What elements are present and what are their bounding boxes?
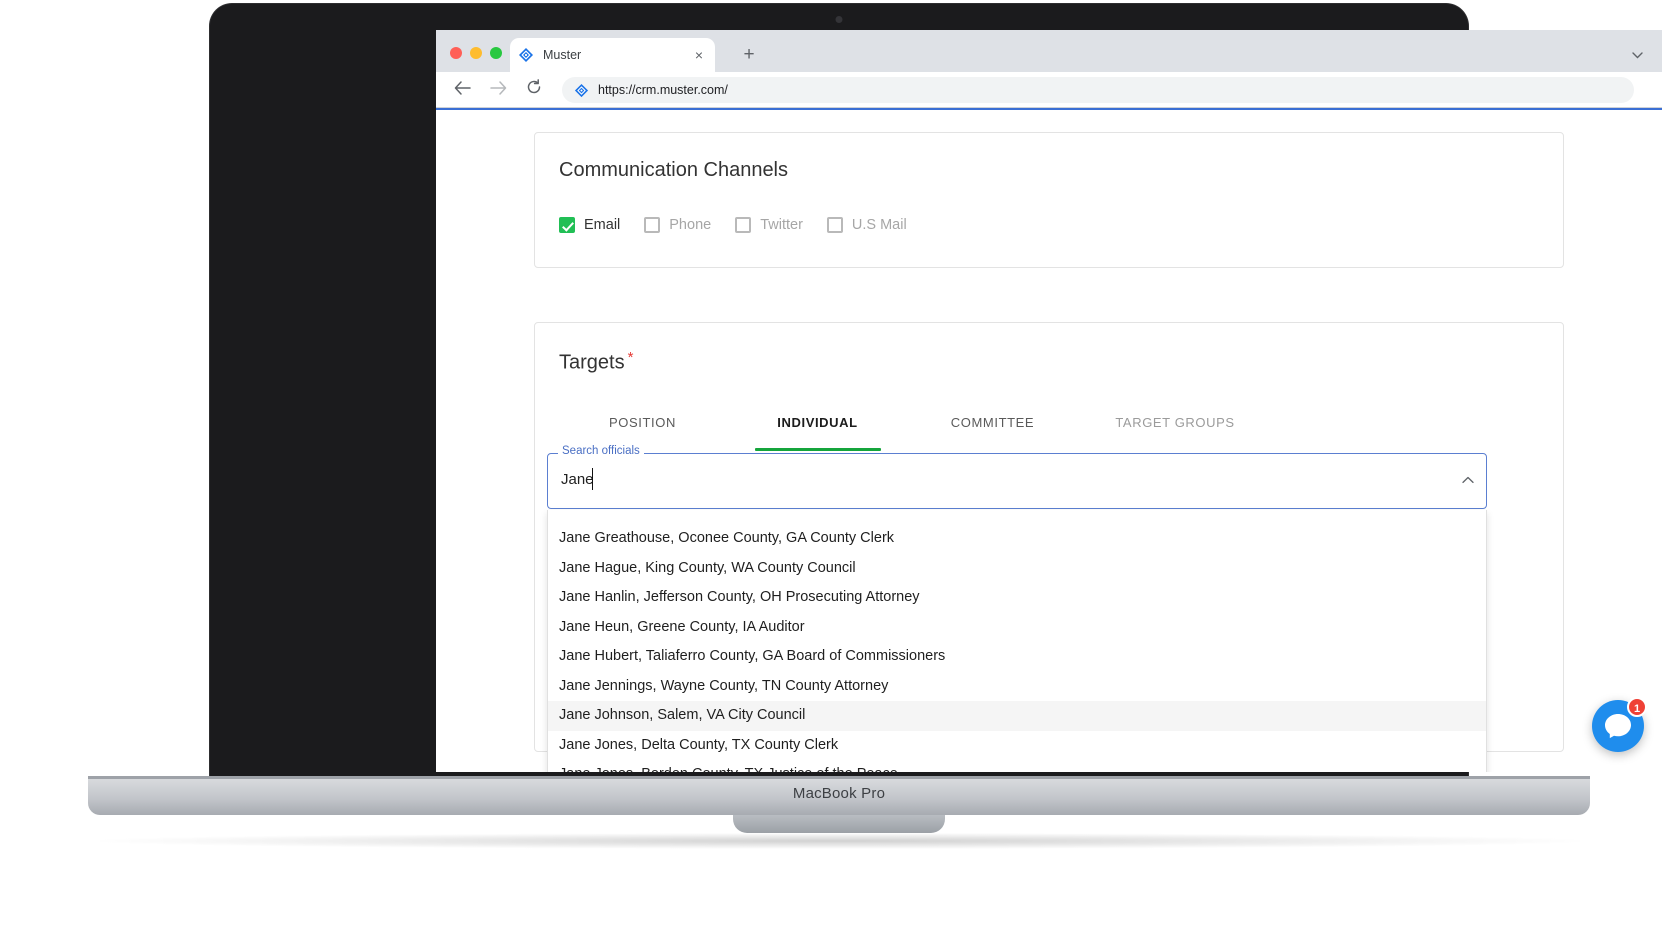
laptop-shadow xyxy=(100,833,1580,849)
list-item[interactable]: Jane Hubert, Taliaferro County, GA Board… xyxy=(548,642,1486,672)
address-bar-url: https://crm.muster.com/ xyxy=(598,83,728,97)
search-results-dropdown[interactable]: Jane Greathouse, Oconee County, GA Count… xyxy=(547,510,1487,772)
back-icon[interactable] xyxy=(448,76,476,104)
site-favicon-icon xyxy=(574,83,589,98)
list-item-highlighted[interactable]: Jane Johnson, Salem, VA City Council xyxy=(548,701,1486,731)
list-item[interactable]: Jane Jones, Delta County, TX County Cler… xyxy=(548,731,1486,761)
laptop-lid: Muster × + https://crm.muster.com/ Commu… xyxy=(210,4,1662,804)
checkbox-checked-icon[interactable] xyxy=(559,217,575,233)
page-viewport: Communication Channels Email Phone Twitt… xyxy=(436,108,1662,772)
channel-label-us-mail: U.S Mail xyxy=(851,217,907,233)
list-item-partial[interactable] xyxy=(548,510,1486,524)
search-field-outline xyxy=(547,453,1487,509)
communication-channels-group: Email Phone Twitter U.S Mail xyxy=(559,217,931,233)
window-controls[interactable] xyxy=(450,47,502,59)
text-cursor xyxy=(592,468,594,490)
targets-tabs: POSITION INDIVIDUAL COMMITTEE TARGET GRO… xyxy=(555,405,1545,451)
communication-channels-card: Communication Channels Email Phone Twitt… xyxy=(534,132,1564,268)
chat-bubble-icon xyxy=(1605,714,1631,739)
unread-badge: 1 xyxy=(1627,697,1647,717)
minimize-window-button[interactable] xyxy=(470,47,482,59)
tab-committee[interactable]: COMMITTEE xyxy=(905,405,1080,445)
targets-card: Targets* POSITION INDIVIDUAL COMMITTEE xyxy=(534,322,1564,772)
intercom-chat-button[interactable]: 1 xyxy=(1592,697,1647,752)
channel-checkbox-phone[interactable]: Phone xyxy=(644,217,711,233)
tab-position[interactable]: POSITION xyxy=(555,405,730,445)
browser-toolbar: https://crm.muster.com/ xyxy=(436,72,1662,108)
checkbox-unchecked-icon[interactable] xyxy=(735,217,752,233)
channel-label-twitter: Twitter xyxy=(760,217,803,233)
checkbox-unchecked-icon[interactable] xyxy=(644,217,661,233)
chevron-up-icon[interactable] xyxy=(1462,473,1474,487)
device-label: MacBook Pro xyxy=(792,785,886,802)
targets-title-wrap: Targets * xyxy=(559,349,633,374)
search-officials-label: Search officials xyxy=(558,445,644,457)
channel-checkbox-us-mail[interactable]: U.S Mail xyxy=(826,217,907,233)
tab-position-label: POSITION xyxy=(609,415,676,430)
communication-channels-title: Communication Channels xyxy=(559,159,789,181)
reload-icon[interactable] xyxy=(520,76,548,104)
tab-committee-label: COMMITTEE xyxy=(950,415,1035,430)
channel-checkbox-twitter[interactable]: Twitter xyxy=(735,217,803,233)
list-item[interactable]: Jane Greathouse, Oconee County, GA Count… xyxy=(548,524,1486,554)
list-item[interactable]: Jane Hague, King County, WA County Counc… xyxy=(548,554,1486,584)
checkbox-unchecked-icon[interactable] xyxy=(826,217,843,233)
channel-label-email: Email xyxy=(584,217,621,233)
close-icon[interactable]: × xyxy=(691,47,707,63)
targets-title: Targets xyxy=(559,351,625,374)
laptop-notch xyxy=(733,815,945,833)
new-tab-button[interactable]: + xyxy=(738,44,760,66)
browser-tab-title: Muster xyxy=(543,48,582,62)
webcam-icon xyxy=(835,16,843,23)
close-window-button[interactable] xyxy=(450,47,462,59)
search-input[interactable]: Jane xyxy=(561,471,594,488)
browser-window: Muster × + https://crm.muster.com/ Commu… xyxy=(436,30,1662,772)
search-officials-field[interactable]: Search officials Jane xyxy=(547,445,1487,509)
channel-label-phone: Phone xyxy=(669,217,712,233)
tab-target-groups-label: TARGET GROUPS xyxy=(1115,415,1235,430)
channel-checkbox-email[interactable]: Email xyxy=(559,217,620,233)
tab-individual-label: INDIVIDUAL xyxy=(777,415,858,430)
tab-individual[interactable]: INDIVIDUAL xyxy=(730,405,905,451)
page-top-accent-bar xyxy=(436,108,1662,110)
tab-target-groups[interactable]: TARGET GROUPS xyxy=(1080,405,1270,445)
chevron-down-icon[interactable] xyxy=(1626,44,1648,66)
forward-icon[interactable] xyxy=(484,76,512,104)
list-item[interactable]: Jane Heun, Greene County, IA Auditor xyxy=(548,613,1486,643)
address-bar[interactable]: https://crm.muster.com/ xyxy=(562,77,1634,103)
laptop-mockup: Muster × + https://crm.muster.com/ Commu… xyxy=(0,0,1678,936)
active-tab-indicator xyxy=(754,448,881,451)
muster-logo-icon xyxy=(518,47,534,63)
maximize-window-button[interactable] xyxy=(490,47,502,59)
required-marker: * xyxy=(627,349,634,366)
browser-tab[interactable]: Muster × xyxy=(510,38,715,72)
list-item[interactable]: Jane Jennings, Wayne County, TN County A… xyxy=(548,672,1486,702)
laptop-base: MacBook Pro xyxy=(88,779,1590,815)
list-item[interactable]: Jane Jones, Borden County, TX Justice of… xyxy=(548,760,1486,772)
list-item[interactable]: Jane Hanlin, Jefferson County, OH Prosec… xyxy=(548,583,1486,613)
